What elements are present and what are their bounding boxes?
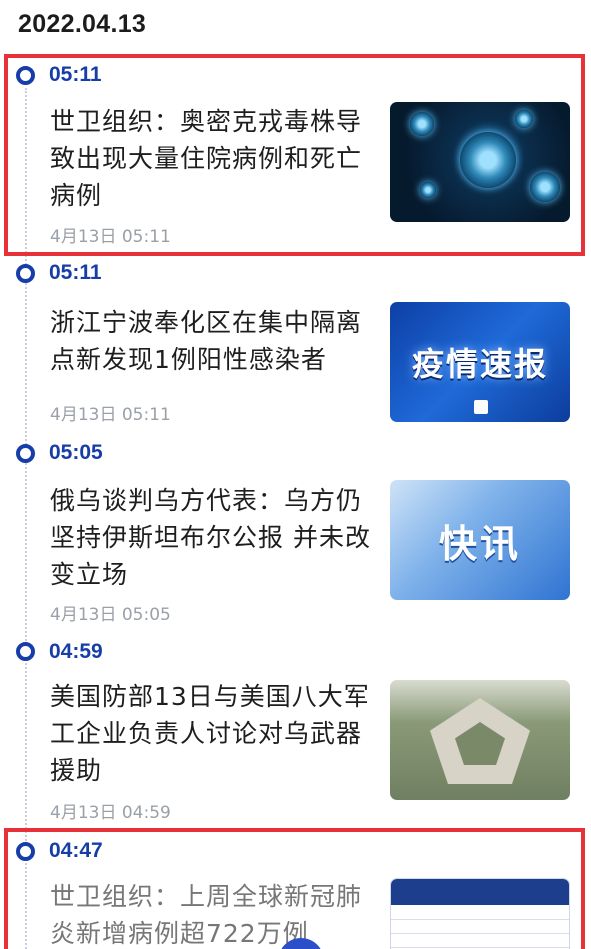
item-time: 04:47 [49,839,103,862]
news-item[interactable]: 04:59 美国防部13日与美国八大军工企业负责人讨论对乌武器援助 4月13日 … [0,636,591,828]
table-rule [391,919,569,920]
pentagon-image[interactable] [390,680,570,800]
item-headline[interactable]: 浙江宁波奉化区在集中隔离点新发现1例阳性感染者 [50,304,376,378]
virus-image[interactable] [390,102,570,222]
data-table-image[interactable] [390,878,570,949]
item-headline[interactable]: 俄乌谈判乌方代表：乌方仍坚持伊斯坦布尔公报 并未改变立场 [50,482,376,593]
item-time: 05:11 [49,63,102,86]
timeline-dot-icon [16,264,35,283]
table-rule [391,947,569,948]
item-time: 05:05 [49,441,103,464]
news-item[interactable]: 05:05 俄乌谈判乌方代表：乌方仍坚持伊斯坦布尔公报 并未改变立场 4月13日… [0,440,591,636]
thumb-label: 快讯 [438,521,521,566]
news-item[interactable]: 04:47 世卫组织：上周全球新冠肺炎新增病例超722万例 [0,828,591,949]
news-item[interactable]: 05:11 浙江宁波奉化区在集中隔离点新发现1例阳性感染者 4月13日 05:1… [0,256,591,440]
item-time: 04:59 [49,640,103,663]
item-headline[interactable]: 世卫组织：奥密克戎毒株导致出现大量住院病例和死亡病例 [50,103,376,214]
item-headline[interactable]: 美国防部13日与美国八大军工企业负责人讨论对乌武器援助 [50,678,376,789]
cctv-logo-icon [474,400,488,414]
item-timestamp: 4月13日 04:59 [50,803,171,823]
timeline-dot-icon [16,842,35,861]
item-time: 05:11 [49,261,102,284]
news-flash-image[interactable]: 疫情速报 [390,302,570,422]
table-rule [391,933,569,934]
timeline-dot-icon [16,66,35,85]
timeline-dot-icon [16,444,35,463]
item-timestamp: 4月13日 05:11 [50,405,171,425]
date-header: 2022.04.13 [18,10,147,38]
timeline-dot-icon [16,642,35,661]
news-item[interactable]: 05:11 世卫组织：奥密克戎毒株导致出现大量住院病例和死亡病例 4月13日 0… [0,54,591,256]
item-headline[interactable]: 世卫组织：上周全球新冠肺炎新增病例超722万例 [50,878,376,949]
item-timestamp: 4月13日 05:11 [50,227,171,247]
table-header-bar [391,879,569,905]
breaking-news-image[interactable]: 快讯 [390,480,570,600]
thumb-label: 疫情速报 [411,345,548,383]
item-timestamp: 4月13日 05:05 [50,605,171,625]
